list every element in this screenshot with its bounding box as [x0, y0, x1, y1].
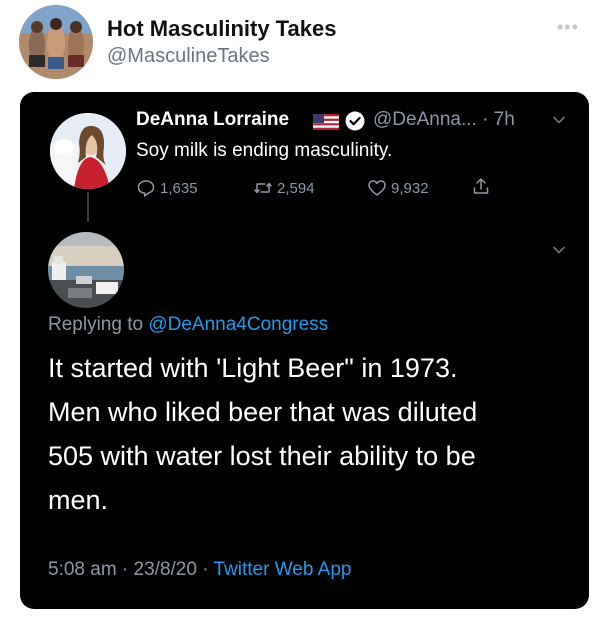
- replying-prefix: Replying to: [48, 314, 149, 335]
- reply-text-line: men.: [48, 485, 109, 515]
- retweet-count: 2,594: [277, 179, 315, 197]
- tweet-timestamp[interactable]: 5:08 am · 23/8/20 ·: [48, 559, 213, 580]
- reply-text-line: 505 with water lost their ability to be: [48, 441, 476, 471]
- share-button[interactable]: [471, 176, 495, 196]
- us-flag-icon: [313, 114, 339, 130]
- like-button[interactable]: 9,932: [367, 178, 429, 198]
- chevron-down-icon[interactable]: [551, 242, 567, 258]
- quoted-handle-time: @DeAnna... · 7h: [373, 109, 515, 131]
- outer-avatar[interactable]: [19, 5, 93, 79]
- share-icon: [473, 178, 489, 194]
- outer-handle[interactable]: @MasculineTakes: [107, 45, 270, 68]
- reply-text-line: It started with 'Light Beer" in 1973.: [48, 353, 458, 383]
- heart-icon: [368, 180, 386, 196]
- more-options-icon[interactable]: •••: [557, 17, 579, 38]
- verified-badge-icon: [345, 111, 365, 131]
- tweet-source-link[interactable]: Twitter Web App: [213, 559, 351, 580]
- outer-display-name[interactable]: Hot Masculinity Takes: [107, 16, 336, 42]
- seaside-landscape-image: [48, 232, 124, 308]
- retweet-button[interactable]: 2,594: [253, 178, 315, 198]
- tweet-metadata: 5:08 am · 23/8/20 · Twitter Web App: [48, 559, 351, 581]
- quoted-display-name[interactable]: DeAnna Lorraine: [136, 109, 289, 131]
- replying-to-line: Replying to @DeAnna4Congress: [48, 314, 328, 336]
- tweet-thread-card: DeAnna Lorraine @DeAnna... · 7h Soy milk…: [20, 92, 589, 609]
- chevron-down-icon[interactable]: [551, 112, 567, 128]
- portrait-image: [50, 113, 126, 189]
- thread-connector-line: [87, 192, 89, 222]
- reply-tweet-text: It started with 'Light Beer" in 1973. Me…: [48, 346, 568, 522]
- quoted-tweet-text: Soy milk is ending masculinity.: [136, 140, 393, 161]
- quoted-handle[interactable]: @DeAnna...: [373, 109, 477, 130]
- reply-icon: [137, 180, 155, 197]
- reply-button[interactable]: 1,635: [136, 178, 198, 198]
- group-photo-image: [19, 5, 93, 79]
- retweet-icon: [254, 182, 272, 194]
- quoted-time[interactable]: · 7h: [482, 109, 515, 130]
- like-count: 9,932: [391, 179, 429, 197]
- outer-tweet-header: Hot Masculinity Takes @MasculineTakes ••…: [0, 0, 599, 92]
- replying-mention-link[interactable]: @DeAnna4Congress: [148, 314, 328, 335]
- reply-text-line: Men who liked beer that was diluted: [48, 397, 478, 427]
- reply-avatar[interactable]: [48, 232, 124, 308]
- reply-count: 1,635: [160, 179, 198, 197]
- quoted-avatar[interactable]: [50, 113, 126, 189]
